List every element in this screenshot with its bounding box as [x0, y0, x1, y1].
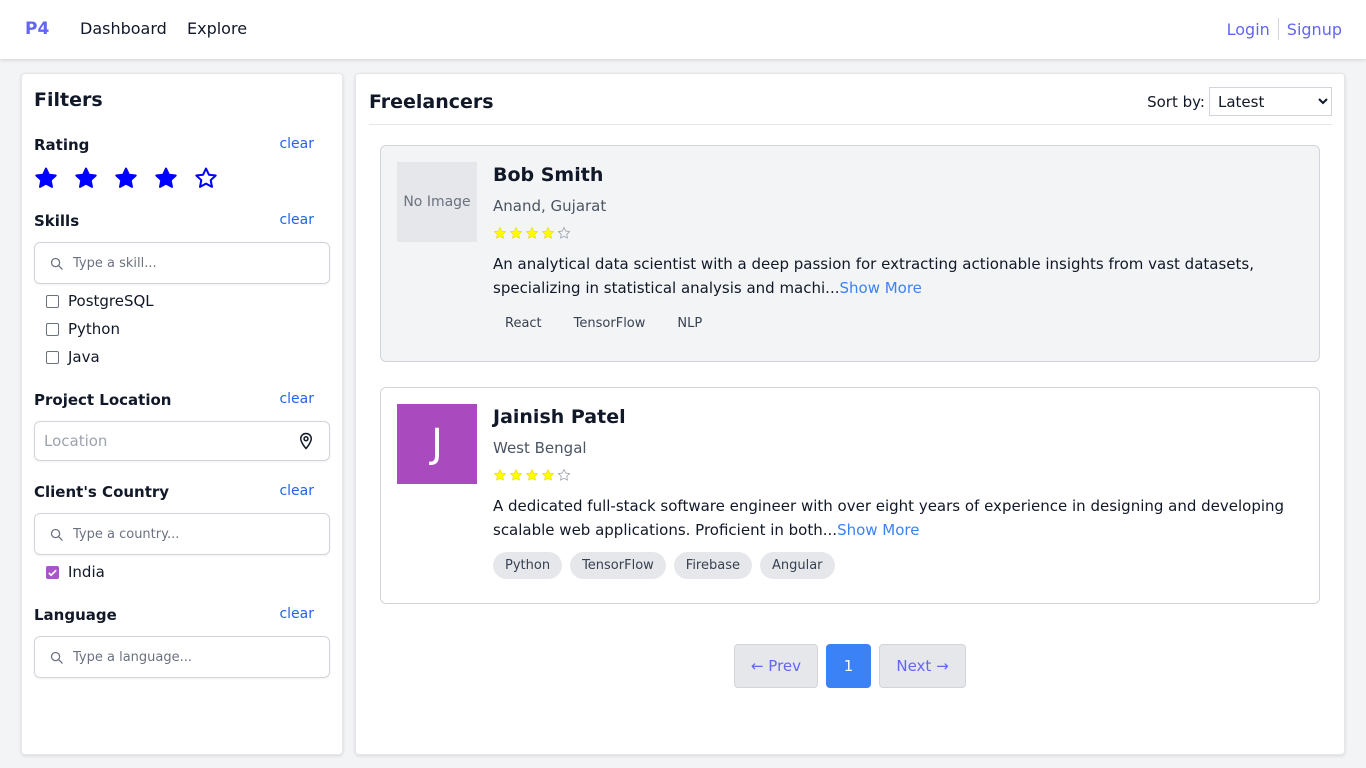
skill-option-label: Python — [68, 320, 120, 338]
star-filled-icon[interactable] — [74, 166, 98, 190]
location-title: Project Location — [34, 391, 172, 409]
language-clear-link[interactable]: clear — [279, 606, 314, 622]
star-filled-icon — [494, 469, 506, 481]
show-more-link[interactable]: Show More — [837, 521, 919, 539]
freelancer-location: West Bengal — [493, 439, 587, 457]
skill-search-input[interactable] — [73, 255, 303, 271]
location-input[interactable] — [44, 432, 284, 450]
brand-logo[interactable]: P4 — [25, 19, 49, 39]
header-divider — [369, 124, 1332, 125]
nav-explore-link[interactable]: Explore — [187, 19, 247, 38]
star-filled-icon — [510, 227, 522, 239]
skill-tag: Angular — [759, 552, 835, 579]
checkbox[interactable] — [46, 294, 59, 308]
skill-tag: TensorFlow — [573, 316, 646, 331]
current-page-button[interactable]: 1 — [826, 644, 871, 688]
nav-dashboard-link[interactable]: Dashboard — [80, 19, 167, 38]
country-option-label: India — [68, 563, 105, 581]
skill-tag: TensorFlow — [570, 552, 666, 579]
search-icon — [50, 651, 63, 664]
location-field — [34, 421, 330, 461]
pagination: ← Prev 1 Next → — [734, 644, 966, 688]
star-filled-icon — [494, 227, 506, 239]
star-filled-icon — [526, 227, 538, 239]
freelancer-card[interactable]: J Jainish Patel West Bengal A dedicated … — [380, 387, 1320, 604]
checkbox[interactable] — [46, 350, 59, 364]
location-clear-link[interactable]: clear — [279, 391, 314, 407]
sort-control: Sort by: Latest — [1147, 87, 1332, 116]
language-search-input[interactable] — [73, 649, 303, 665]
filters-title: Filters — [34, 89, 103, 111]
country-clear-link[interactable]: clear — [279, 483, 314, 499]
star-empty-icon — [557, 227, 571, 239]
skill-tags: Python TensorFlow Firebase Angular — [493, 552, 835, 579]
avatar-initial: J — [397, 404, 477, 484]
signup-link[interactable]: Signup — [1287, 20, 1342, 39]
freelancer-description: An analytical data scientist with a deep… — [493, 252, 1308, 300]
map-pin-icon[interactable] — [297, 432, 315, 450]
prev-page-button[interactable]: ← Prev — [734, 644, 818, 688]
page-title: Freelancers — [369, 91, 494, 113]
freelancer-card[interactable]: No Image Bob Smith Anand, Gujarat An ana… — [380, 145, 1320, 362]
rating-title: Rating — [34, 136, 90, 154]
star-filled-icon[interactable] — [114, 166, 138, 190]
skill-option-label: PostgreSQL — [68, 292, 154, 310]
freelancer-rating — [493, 468, 571, 482]
skill-option-python[interactable]: Python — [46, 320, 120, 338]
search-icon — [50, 257, 63, 270]
skills-clear-link[interactable]: clear — [279, 212, 314, 228]
sort-label: Sort by: — [1147, 92, 1205, 111]
language-title: Language — [34, 606, 117, 624]
freelancer-location: Anand, Gujarat — [493, 197, 607, 215]
star-filled-icon[interactable] — [34, 166, 58, 190]
freelancer-description: A dedicated full-stack software engineer… — [493, 494, 1308, 542]
avatar-placeholder: No Image — [397, 162, 477, 242]
freelancers-panel: Freelancers Sort by: Latest No Image Bob… — [355, 73, 1345, 755]
skill-tag: Python — [493, 552, 563, 579]
login-link[interactable]: Login — [1227, 20, 1270, 39]
skill-option-label: Java — [68, 348, 100, 366]
skill-option-java[interactable]: Java — [46, 348, 100, 366]
skill-tag: Firebase — [673, 552, 752, 579]
checkbox-checked[interactable] — [46, 565, 59, 579]
rating-stars — [34, 166, 218, 190]
star-empty-icon — [557, 469, 571, 481]
star-filled-icon — [510, 469, 522, 481]
language-search-box — [34, 636, 330, 678]
freelancer-rating — [493, 226, 571, 240]
skill-tag: NLP — [677, 316, 703, 331]
country-search-box — [34, 513, 330, 555]
freelancer-name[interactable]: Bob Smith — [493, 164, 603, 186]
skill-option-postgresql[interactable]: PostgreSQL — [46, 292, 154, 310]
skill-tag: React — [505, 316, 542, 331]
show-more-link[interactable]: Show More — [839, 279, 921, 297]
auth-links: Login Signup — [1227, 18, 1342, 40]
auth-divider — [1277, 18, 1279, 40]
top-navbar: P4 Dashboard Explore Login Signup — [0, 0, 1366, 59]
next-page-button[interactable]: Next → — [879, 644, 966, 688]
star-filled-icon[interactable] — [154, 166, 178, 190]
star-filled-icon — [542, 227, 554, 239]
rating-clear-link[interactable]: clear — [279, 136, 314, 152]
sort-select[interactable]: Latest — [1209, 87, 1332, 116]
star-filled-icon — [542, 469, 554, 481]
filters-sidebar: Filters Rating clear Skills clear Postgr… — [21, 73, 343, 755]
check-icon — [48, 569, 57, 576]
country-search-input[interactable] — [73, 526, 303, 542]
star-filled-icon — [526, 469, 538, 481]
skill-search-box — [34, 242, 330, 284]
skill-tags: React TensorFlow NLP — [493, 310, 714, 337]
country-option-india[interactable]: India — [46, 563, 105, 581]
freelancer-name[interactable]: Jainish Patel — [493, 406, 626, 428]
search-icon — [50, 528, 63, 541]
skills-title: Skills — [34, 212, 80, 230]
country-title: Client's Country — [34, 483, 170, 501]
star-empty-icon[interactable] — [194, 166, 218, 190]
checkbox[interactable] — [46, 322, 59, 336]
